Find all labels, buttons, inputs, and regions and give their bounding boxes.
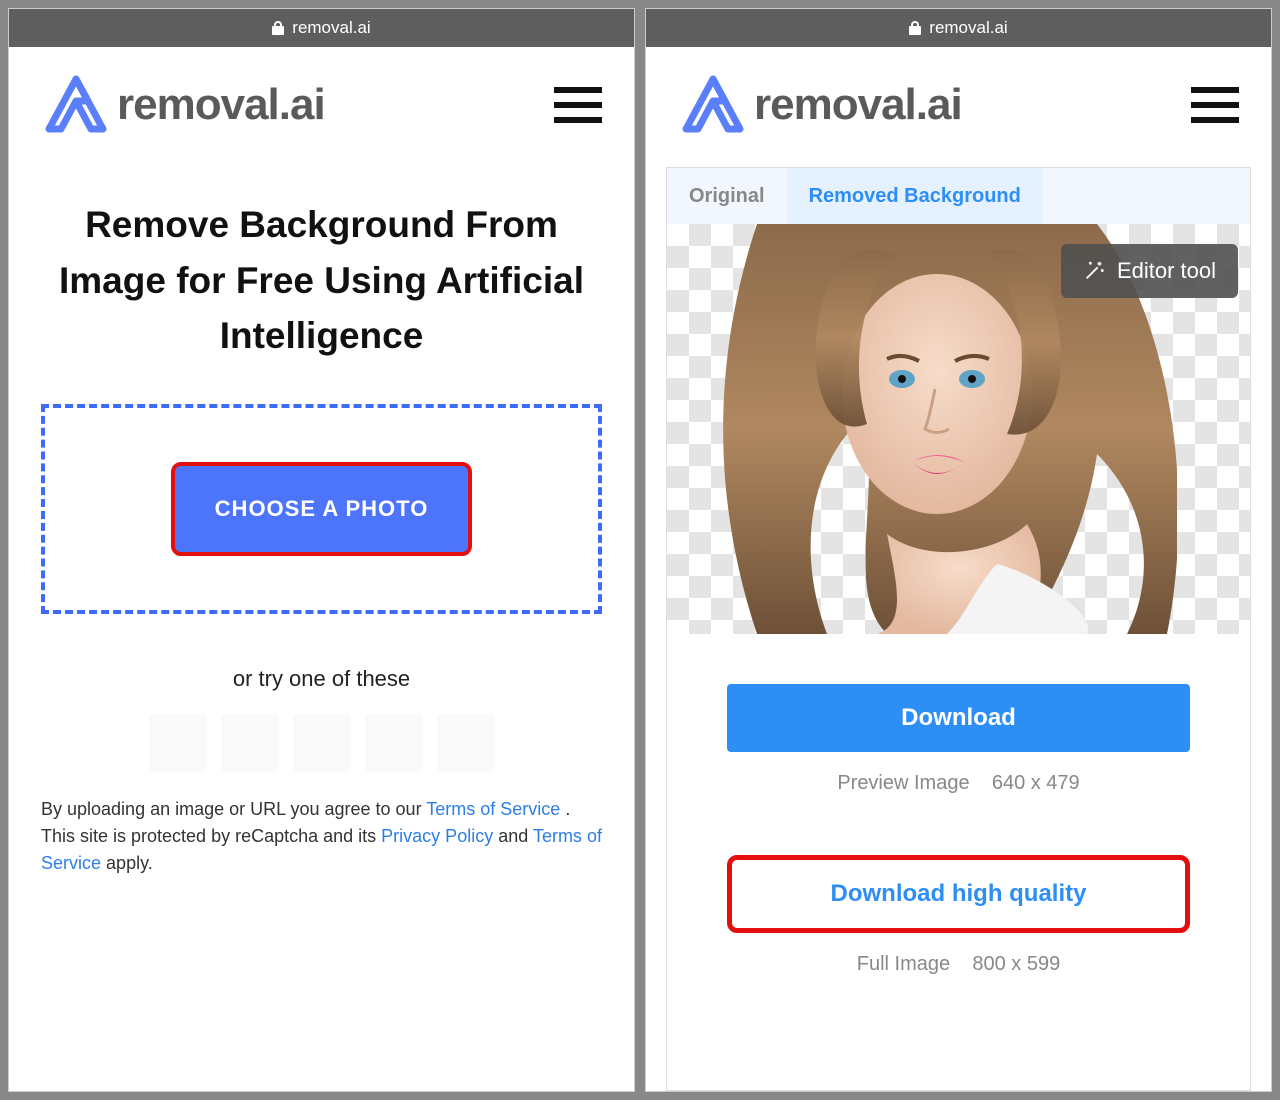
screen-result: removal.ai removal.ai Original Removed B…	[645, 8, 1272, 1092]
tab-original[interactable]: Original	[667, 168, 787, 224]
brand-logo[interactable]: removal.ai	[41, 75, 325, 135]
meta-dims: 800 x 599	[972, 953, 1060, 975]
editor-tool-button[interactable]: Editor tool	[1061, 244, 1238, 298]
result-preview: Editor tool	[667, 224, 1250, 634]
lock-icon	[272, 21, 284, 35]
editor-tool-label: Editor tool	[1117, 258, 1216, 284]
full-image-meta: Full Image 800 x 599	[727, 953, 1190, 976]
choose-photo-button[interactable]: CHOOSE A PHOTO	[171, 462, 473, 556]
hamburger-menu-icon[interactable]	[1191, 87, 1239, 123]
brand-logo[interactable]: removal.ai	[678, 75, 962, 135]
logo-mark-icon	[678, 75, 748, 135]
sample-thumb[interactable]	[221, 714, 279, 772]
sample-thumbnails	[9, 714, 634, 772]
url-text: removal.ai	[292, 18, 370, 38]
disclaimer-text: apply.	[106, 853, 153, 873]
lock-icon	[909, 21, 921, 35]
terms-link[interactable]: Terms of Service	[426, 799, 560, 819]
meta-label: Full Image	[857, 953, 950, 975]
scrollbar-thumb[interactable]	[1271, 139, 1272, 249]
site-header: removal.ai	[646, 47, 1271, 167]
sample-thumb[interactable]	[293, 714, 351, 772]
result-panel: Original Removed Background	[666, 167, 1251, 1091]
sample-thumb[interactable]	[437, 714, 495, 772]
preview-image-meta: Preview Image 640 x 479	[727, 772, 1190, 795]
upload-disclaimer: By uploading an image or URL you agree t…	[9, 772, 634, 877]
brand-text: removal.ai	[754, 80, 962, 130]
tab-removed-background[interactable]: Removed Background	[787, 168, 1043, 224]
download-section: Download Preview Image 640 x 479 Downloa…	[667, 634, 1250, 976]
upload-dropzone[interactable]: CHOOSE A PHOTO	[41, 404, 602, 614]
meta-label: Preview Image	[837, 772, 969, 794]
hamburger-menu-icon[interactable]	[554, 87, 602, 123]
url-bar: removal.ai	[646, 9, 1271, 47]
sample-thumb[interactable]	[365, 714, 423, 772]
sample-thumb[interactable]	[149, 714, 207, 772]
disclaimer-text: By uploading an image or URL you agree t…	[41, 799, 426, 819]
hero-title: Remove Background From Image for Free Us…	[9, 167, 634, 404]
download-button[interactable]: Download	[727, 684, 1190, 752]
screen-upload: removal.ai removal.ai Remove Background …	[8, 8, 635, 1092]
download-high-quality-button[interactable]: Download high quality	[727, 855, 1190, 933]
meta-dims: 640 x 479	[992, 772, 1080, 794]
site-header: removal.ai	[9, 47, 634, 167]
try-samples-label: or try one of these	[9, 666, 634, 692]
privacy-link[interactable]: Privacy Policy	[381, 826, 493, 846]
magic-wand-icon	[1083, 260, 1105, 282]
url-text: removal.ai	[929, 18, 1007, 38]
disclaimer-text: and	[498, 826, 533, 846]
result-tabs: Original Removed Background	[667, 168, 1250, 224]
url-bar: removal.ai	[9, 9, 634, 47]
logo-mark-icon	[41, 75, 111, 135]
brand-text: removal.ai	[117, 80, 325, 130]
